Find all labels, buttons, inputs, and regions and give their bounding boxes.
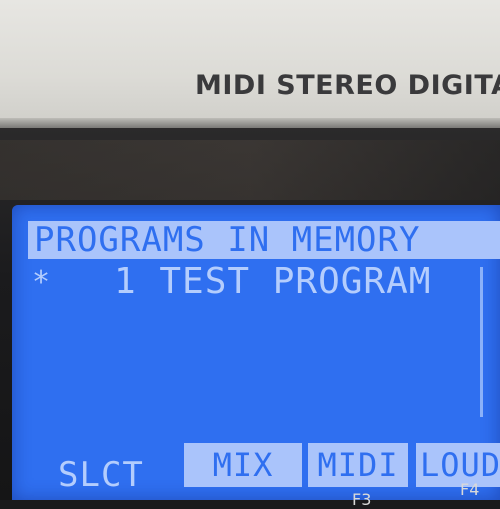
softkey-select[interactable]: SLCT [58, 455, 144, 495]
lcd-screen: PROGRAMS IN MEMORY * 1 TEST PROGRAM SLCT… [12, 205, 500, 500]
lcd-header-title: PROGRAMS IN MEMORY [34, 220, 421, 260]
device-top-panel: MIDI STEREO DIGITAL [0, 0, 500, 128]
function-key-f4-label[interactable]: F4 [460, 480, 479, 499]
lcd-header-edge [488, 221, 500, 259]
lcd-scroll-indicator [480, 267, 483, 417]
brand-label: MIDI STEREO DIGITAL [195, 70, 500, 101]
program-list-item[interactable]: 1 TEST PROGRAM [114, 261, 431, 303]
softkey-mix[interactable]: MIX [184, 443, 302, 487]
softkey-loud[interactable]: LOUD [416, 443, 500, 487]
bezel-reflection [0, 140, 500, 200]
selected-marker: * [32, 265, 51, 300]
softkey-midi[interactable]: MIDI [308, 443, 408, 487]
